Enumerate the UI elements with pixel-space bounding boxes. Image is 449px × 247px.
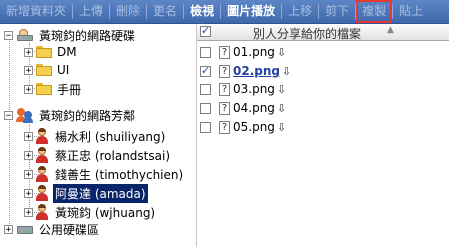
tree-node-label: 楊水利 (shuiliyang): [55, 129, 166, 144]
user-icon: [35, 128, 49, 144]
tree-item-person-rolandstsai[interactable]: + 蔡正忠 (rolandstsai): [24, 146, 172, 164]
tree-line: [9, 38, 10, 228]
delete-button[interactable]: 刪除: [110, 0, 146, 23]
paste-button[interactable]: 貼上: [393, 0, 429, 23]
user-icon: [35, 204, 49, 220]
cut-button[interactable]: 剪下: [319, 0, 355, 23]
expand-toggle[interactable]: +: [24, 131, 33, 141]
user-icon: [35, 185, 49, 201]
column-header-shared-files[interactable]: 別人分享給你的檔案: [253, 25, 361, 42]
file-name[interactable]: 02.png: [233, 64, 280, 78]
slideshow-button[interactable]: 圖片播放: [221, 0, 281, 23]
new-folder-button[interactable]: 新增資料夾: [0, 0, 72, 23]
file-checkbox[interactable]: [200, 83, 211, 95]
file-checkbox[interactable]: [200, 121, 211, 133]
move-up-button[interactable]: 上移: [282, 0, 318, 23]
file-row[interactable]: ? 03.png ⇩: [197, 80, 449, 98]
file-name[interactable]: 03.png: [233, 82, 275, 96]
expand-toggle[interactable]: +: [4, 224, 13, 234]
tree-node-label: 黃琬鈞的網路芳鄰: [39, 108, 136, 123]
folder-icon: [36, 64, 52, 76]
tree-node-label: DM: [57, 45, 77, 59]
file-name[interactable]: 05.png: [233, 120, 275, 134]
expand-toggle[interactable]: +: [24, 150, 33, 160]
file-list-header: 別人分享給你的檔案 ▲: [197, 24, 449, 41]
tree-node-label: 公用硬碟區: [39, 222, 100, 237]
collapse-toggle[interactable]: −: [4, 110, 13, 120]
file-row-selected[interactable]: ? 02.png ⇩: [197, 62, 449, 80]
download-icon[interactable]: ⇩: [277, 83, 286, 96]
expand-toggle[interactable]: +: [24, 84, 33, 94]
unknown-file-icon: ?: [219, 120, 230, 134]
folder-icon: [36, 46, 52, 58]
user-icon: [35, 147, 49, 163]
download-icon[interactable]: ⇩: [277, 121, 286, 134]
tree-item-folder-ui[interactable]: + UI: [24, 61, 71, 79]
file-checkbox[interactable]: [200, 102, 211, 114]
sort-ascending-icon[interactable]: ▲: [387, 25, 394, 35]
tree-item-folder-manual[interactable]: + 手冊: [24, 80, 83, 98]
file-name[interactable]: 04.png: [233, 101, 275, 115]
user-icon: [35, 166, 49, 182]
rename-button[interactable]: 更名: [147, 0, 183, 23]
tree-item-person-wjhuang[interactable]: + 黃琬鈞 (wjhuang): [24, 203, 157, 221]
file-row[interactable]: ? 05.png ⇩: [197, 118, 449, 136]
tree-node-network-neighbors[interactable]: − 黃琬鈞的網路芳鄰: [4, 106, 137, 124]
tree-node-label: 錢善生 (timothychien): [55, 167, 184, 182]
select-all-checkbox[interactable]: [200, 24, 211, 37]
toolbar: 新增資料夾 上傳 刪除 更名 檢視 圖片播放 上移 剪下 複製 貼上: [0, 0, 449, 24]
tree-item-person-amada[interactable]: + 阿曼達 (amada): [24, 183, 148, 203]
copy-button[interactable]: 複製: [356, 0, 393, 23]
network-neighbors-icon: [16, 107, 34, 123]
tree-node-label-selected: 阿曼達 (amada): [53, 183, 148, 203]
download-icon[interactable]: ⇩: [282, 65, 291, 78]
tree-item-person-shuiliyang[interactable]: + 楊水利 (shuiliyang): [24, 127, 167, 145]
file-checkbox[interactable]: [200, 46, 211, 58]
collapse-toggle[interactable]: −: [4, 30, 13, 40]
folder-icon: [36, 83, 52, 95]
public-drive-icon: [16, 222, 34, 236]
expand-toggle[interactable]: +: [24, 169, 33, 179]
file-row[interactable]: ? 04.png ⇩: [197, 99, 449, 117]
tree-node-public-drive[interactable]: + 公用硬碟區: [4, 220, 101, 238]
tree-item-folder-dm[interactable]: + DM: [24, 43, 79, 61]
tree-node-label: 黃琬鈞的網路硬碟: [39, 28, 136, 43]
download-icon[interactable]: ⇩: [277, 102, 286, 115]
tree-node-label: 蔡正忠 (rolandstsai): [55, 148, 170, 163]
folder-tree: − 黃琬鈞的網路硬碟 + DM + UI + 手冊 − 黃琬鈞的網路芳鄰 + 楊…: [0, 24, 197, 247]
expand-toggle[interactable]: +: [24, 65, 33, 75]
expand-toggle[interactable]: +: [24, 207, 33, 217]
unknown-file-icon: ?: [219, 82, 230, 96]
expand-toggle[interactable]: +: [24, 188, 33, 198]
upload-button[interactable]: 上傳: [73, 0, 109, 23]
tree-node-label: UI: [57, 63, 70, 77]
download-icon[interactable]: ⇩: [277, 46, 286, 59]
file-row[interactable]: ? 01.png ⇩: [197, 43, 449, 61]
unknown-file-icon: ?: [219, 45, 230, 59]
view-button[interactable]: 檢視: [184, 0, 220, 23]
unknown-file-icon: ?: [219, 64, 230, 78]
file-name[interactable]: 01.png: [233, 45, 275, 59]
file-checkbox[interactable]: [200, 64, 211, 77]
network-drive-icon: [16, 28, 34, 42]
tree-item-person-timothychien[interactable]: + 錢善生 (timothychien): [24, 165, 185, 183]
tree-node-label: 手冊: [57, 82, 82, 97]
tree-node-my-drive[interactable]: − 黃琬鈞的網路硬碟: [4, 26, 137, 44]
unknown-file-icon: ?: [219, 101, 230, 115]
expand-toggle[interactable]: +: [24, 47, 33, 57]
file-list: 別人分享給你的檔案 ▲ ? 01.png ⇩ ? 02.png ⇩ ? 03.p…: [197, 24, 449, 247]
